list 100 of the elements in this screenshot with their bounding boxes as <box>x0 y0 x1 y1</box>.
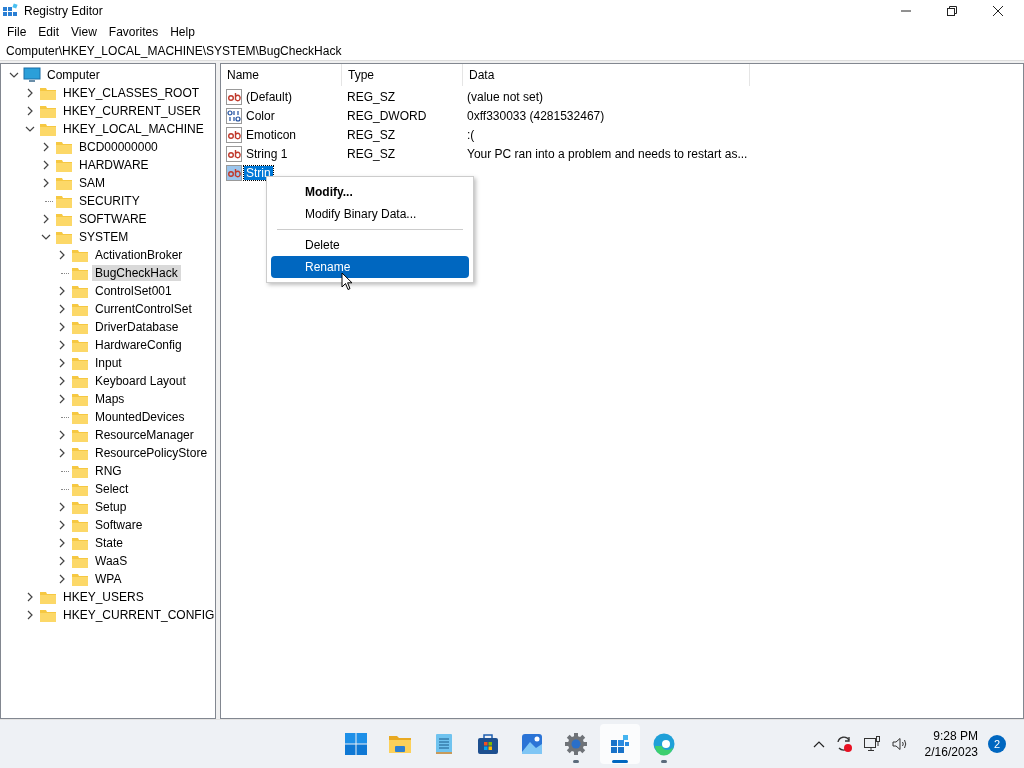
registry-app-icon <box>2 3 18 19</box>
network-icon[interactable] <box>862 735 881 753</box>
table-cell: 0xff330033 (4281532467) <box>467 108 605 123</box>
folder-icon <box>71 427 89 443</box>
folder-icon <box>71 283 89 299</box>
tree-item[interactable]: State <box>92 535 127 551</box>
speaker-icon[interactable] <box>890 735 909 753</box>
folder-icon <box>71 265 89 281</box>
table-cell: (value not set) <box>467 89 544 104</box>
value-name[interactable]: Strin <box>244 165 273 180</box>
tree-item[interactable]: Keyboard Layout <box>92 373 189 389</box>
taskbar-app[interactable] <box>600 724 640 764</box>
menu-item[interactable]: Favorites <box>108 25 166 39</box>
table-cell-text: REG_SZ <box>347 127 396 142</box>
string-value-icon <box>226 164 242 181</box>
folder-icon <box>71 553 89 569</box>
monitor-icon <box>23 67 41 83</box>
browser-icon <box>652 732 676 756</box>
restore-icon[interactable] <box>946 5 958 17</box>
folder-icon <box>55 175 73 191</box>
tree-item[interactable]: Setup <box>92 499 130 515</box>
menu-item[interactable]: File <box>7 25 34 39</box>
tree-item[interactable]: RNG <box>92 463 125 479</box>
table-cell: Your PC ran into a problem and needs to restart as... <box>467 146 748 161</box>
tree-item[interactable]: SAM <box>76 175 108 191</box>
tree-item[interactable]: Maps <box>92 391 128 407</box>
tree-item[interactable]: CurrentControlSet <box>92 301 195 317</box>
menu-item[interactable]: Help <box>170 25 202 39</box>
folder-icon <box>71 391 89 407</box>
folder-icon <box>39 85 57 101</box>
tree-item[interactable]: SOFTWARE <box>76 211 150 227</box>
folder-icon <box>39 103 57 119</box>
menu-item[interactable]: Edit <box>38 25 67 39</box>
tree-item[interactable]: WaaS <box>92 553 131 569</box>
menu-item[interactable]: View <box>71 25 104 39</box>
tree-item[interactable]: HARDWARE <box>76 157 152 173</box>
folder-icon <box>71 535 89 551</box>
windows-logo-icon <box>344 732 368 756</box>
folder-icon <box>71 319 89 335</box>
table-cell-text: REG_SZ <box>347 146 396 161</box>
tree-item[interactable]: DriverDatabase <box>92 319 182 335</box>
value-name[interactable]: Emoticon <box>244 127 299 142</box>
folder-icon <box>71 499 89 515</box>
tree-item[interactable]: Input <box>92 355 125 371</box>
tree-item[interactable]: Computer <box>44 67 103 83</box>
string-value-icon <box>226 88 242 105</box>
clock-date[interactable]: 2/16/2023 <box>924 744 978 760</box>
tree-item[interactable]: Software <box>92 517 146 533</box>
tree-item[interactable]: HKEY_LOCAL_MACHINE <box>60 121 207 137</box>
folder-icon <box>55 157 73 173</box>
tree-item[interactable]: BugCheckHack <box>92 265 181 281</box>
menu-item[interactable]: Modify Binary Data... <box>271 203 469 225</box>
chevron-up-icon[interactable] <box>812 740 825 748</box>
folder-icon <box>71 571 89 587</box>
tree-item[interactable]: HKEY_CURRENT_CONFIG <box>60 607 215 623</box>
value-name[interactable]: (Default) <box>244 89 294 104</box>
binary-value-icon <box>226 107 242 124</box>
folder-icon <box>55 193 73 209</box>
photos-icon <box>520 732 544 756</box>
tree-item[interactable]: SECURITY <box>76 193 143 209</box>
tree-item[interactable]: WPA <box>92 571 125 587</box>
string-value-icon <box>226 145 242 162</box>
column-header[interactable]: Data <box>463 64 750 86</box>
folder-icon <box>71 445 89 461</box>
folder-icon <box>71 355 89 371</box>
folder-icon <box>39 607 57 623</box>
tree-item[interactable]: ControlSet001 <box>92 283 175 299</box>
tree-item[interactable]: HKEY_USERS <box>60 589 147 605</box>
store-bag-icon <box>476 732 500 756</box>
clock-time[interactable]: 9:28 PM <box>933 728 978 744</box>
value-name[interactable]: Color <box>244 108 277 123</box>
column-header[interactable]: Name <box>221 64 342 86</box>
tree-item[interactable]: BCD00000000 <box>76 139 161 155</box>
window-title: Registry Editor <box>24 4 103 18</box>
tree-item[interactable]: HardwareConfig <box>92 337 185 353</box>
folder-icon <box>71 409 89 425</box>
table-cell: :( <box>467 127 475 142</box>
cubes-icon <box>608 732 632 756</box>
folder-icon <box>55 229 73 245</box>
notification-badge[interactable]: 2 <box>988 735 1006 753</box>
column-header[interactable]: Type <box>342 64 463 86</box>
value-name[interactable]: String 1 <box>244 146 290 161</box>
close-icon[interactable] <box>992 5 1004 17</box>
menu-item[interactable]: Rename <box>271 256 469 278</box>
table-cell-text: REG_SZ <box>347 89 396 104</box>
tree-item[interactable]: HKEY_CLASSES_ROOT <box>60 85 203 101</box>
tree-item[interactable]: ActivationBroker <box>92 247 186 263</box>
tree-item[interactable]: Select <box>92 481 132 497</box>
folder-icon <box>71 373 89 389</box>
folder-icon <box>71 337 89 353</box>
folder-icon <box>71 463 89 479</box>
menu-item[interactable]: Delete <box>271 234 469 256</box>
tree-item[interactable]: ResourceManager <box>92 427 197 443</box>
tree-item[interactable]: ResourcePolicyStore <box>92 445 211 461</box>
sync-alert-icon[interactable] <box>834 735 853 753</box>
tree-item[interactable]: SYSTEM <box>76 229 132 245</box>
folder-icon <box>71 517 89 533</box>
tree-item[interactable]: HKEY_CURRENT_USER <box>60 103 205 119</box>
menu-item[interactable]: Modify... <box>271 181 469 203</box>
tree-item[interactable]: MountedDevices <box>92 409 188 425</box>
